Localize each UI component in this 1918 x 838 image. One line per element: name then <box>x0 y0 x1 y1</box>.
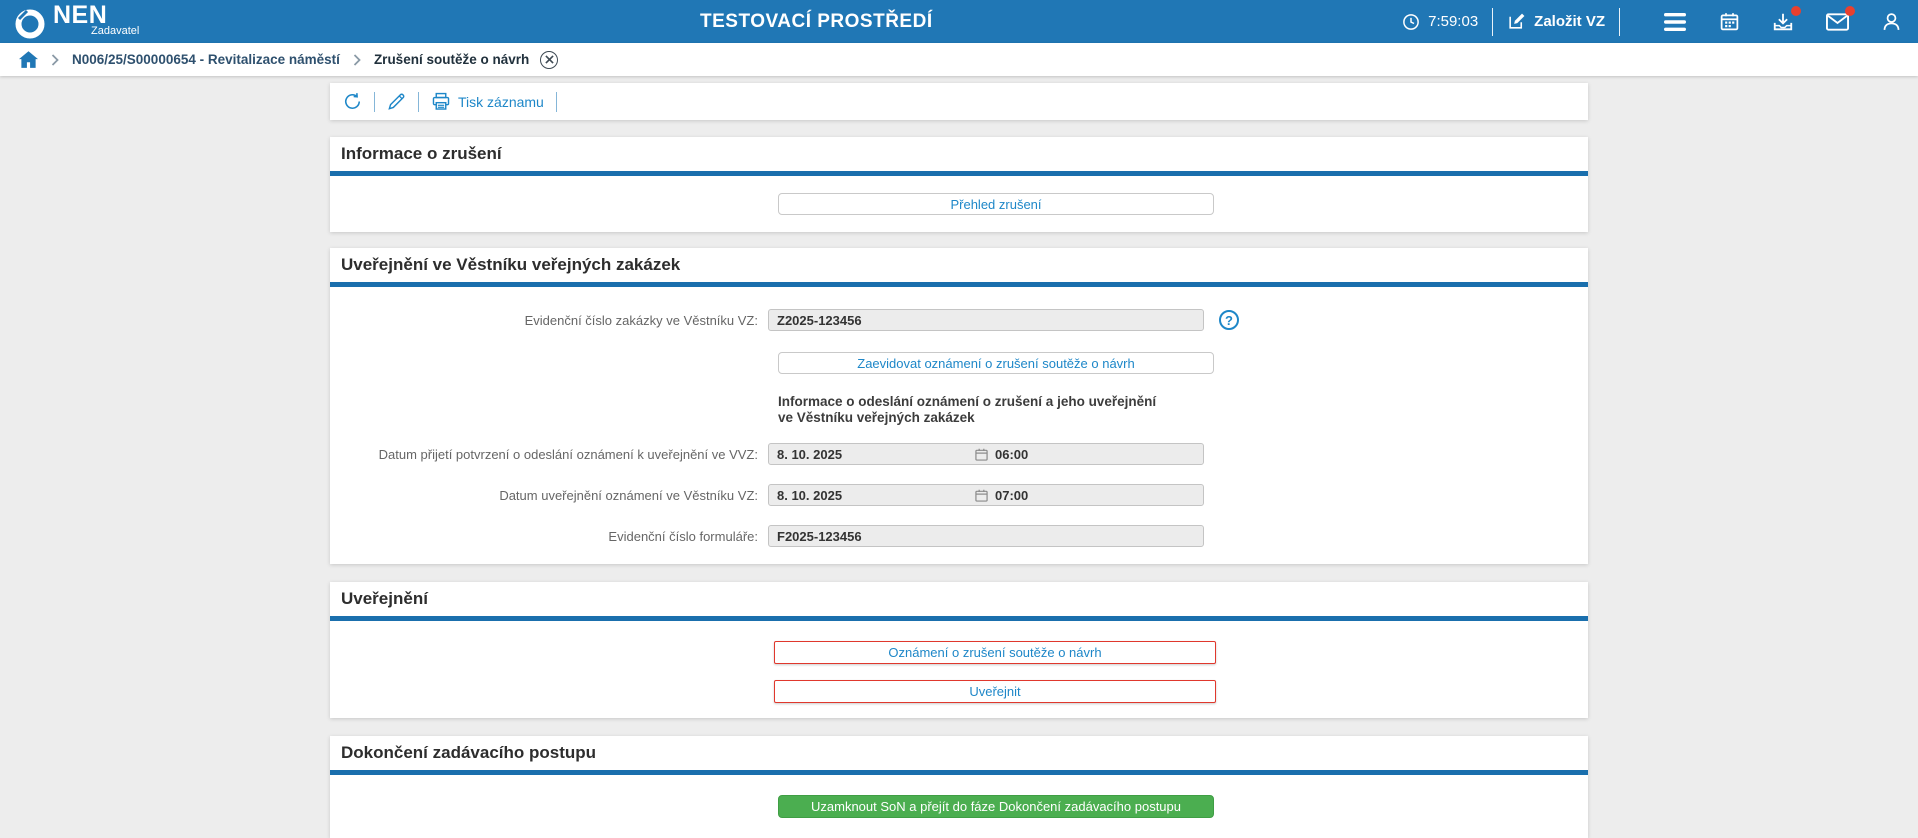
section-title: Informace o zrušení <box>330 137 1588 171</box>
form-number-row: Evidenční číslo formuláře: F2025-123456 <box>330 525 1588 547</box>
edit-icon <box>1507 12 1526 31</box>
evidence-number-value: Z2025-123456 <box>777 313 862 328</box>
printer-icon <box>431 92 451 111</box>
nen-logo-text: NEN Zadavatel <box>53 3 139 37</box>
logo-subtitle: Zadavatel <box>91 26 139 37</box>
section-completion: Dokončení zadávacího postupu Uzamknout S… <box>330 736 1588 838</box>
close-tab-icon[interactable] <box>540 51 558 69</box>
nen-logo[interactable]: NEN Zadavatel <box>0 3 139 40</box>
create-vz-label: Založit VZ <box>1534 13 1605 30</box>
server-time-value: 7:59:03 <box>1428 13 1478 30</box>
mail-icon <box>1826 13 1849 31</box>
publication-date-input[interactable]: 8. 10. 2025 07:00 <box>768 484 1204 506</box>
app-header: NEN Zadavatel TESTOVACÍ PROSTŘEDÍ 7:59:0… <box>0 0 1918 43</box>
calendar-small-icon <box>975 448 988 461</box>
publish-button[interactable]: Uveřejnit <box>774 680 1216 703</box>
publication-info-text: Informace o odeslání oznámení o zrušení … <box>778 394 1588 426</box>
breadcrumb-procurement[interactable]: N006/25/S00000654 - Revitalizace náměstí <box>72 52 340 67</box>
publication-time-value: 07:00 <box>995 488 1028 503</box>
chevron-right-icon <box>353 54 361 66</box>
confirmation-date-row: Datum přijetí potvrzení o odeslání oznám… <box>330 443 1588 465</box>
section-cancellation-info: Informace o zrušení Přehled zrušení <box>330 137 1588 232</box>
register-cancellation-notice-button[interactable]: Zaevidovat oznámení o zrušení soutěže o … <box>778 352 1214 374</box>
section-title: Uveřejnění ve Věstníku veřejných zakázek <box>330 248 1588 282</box>
edit-record-button[interactable] <box>387 92 406 111</box>
hamburger-icon <box>1664 13 1686 31</box>
print-record-label: Tisk záznamu <box>458 94 544 110</box>
menu-button[interactable] <box>1662 9 1688 35</box>
section-vvz-publication: Uveřejnění ve Věstníku veřejných zakázek… <box>330 248 1588 564</box>
confirmation-date-input[interactable]: 8. 10. 2025 06:00 <box>768 443 1204 465</box>
refresh-icon <box>343 92 362 111</box>
section-title: Dokončení zadávacího postupu <box>330 736 1588 770</box>
chevron-right-icon <box>51 54 59 66</box>
confirmation-date-value: 8. 10. 2025 <box>777 447 975 462</box>
print-record-button[interactable]: Tisk záznamu <box>431 92 544 111</box>
publication-info-line2: ve Věstníku veřejných zakázek <box>778 410 1588 426</box>
evidence-number-input[interactable]: Z2025-123456 <box>768 309 1204 331</box>
evidence-number-row: Evidenční číslo zakázky ve Věstníku VZ: … <box>330 309 1588 331</box>
cancellation-notice-button[interactable]: Oznámení o zrušení soutěže o návrh <box>774 641 1216 664</box>
confirmation-date-label: Datum přijetí potvrzení o odeslání oznám… <box>330 447 768 462</box>
form-number-input[interactable]: F2025-123456 <box>768 525 1204 547</box>
header-divider <box>1619 8 1620 36</box>
toolbar-divider <box>374 92 375 112</box>
breadcrumb-current: Zrušení soutěže o návrh <box>374 52 529 67</box>
section-title: Uveřejnění <box>330 582 1588 616</box>
calendar-icon <box>1719 11 1740 32</box>
toolbar-divider <box>556 92 557 112</box>
messages-notification-dot <box>1845 6 1855 16</box>
user-icon <box>1881 11 1902 33</box>
inbox-button[interactable] <box>1770 9 1796 35</box>
record-toolbar: Tisk záznamu <box>330 83 1588 120</box>
inbox-notification-dot <box>1791 6 1801 16</box>
profile-button[interactable] <box>1878 9 1904 35</box>
pencil-icon <box>387 92 406 111</box>
lock-son-button[interactable]: Uzamknout SoN a přejít do fáze Dokončení… <box>778 795 1214 818</box>
page-background: Tisk záznamu Informace o zrušení Přehled… <box>0 76 1918 836</box>
section-publication: Uveřejnění Oznámení o zrušení soutěže o … <box>330 582 1588 718</box>
confirmation-time-value: 06:00 <box>995 447 1028 462</box>
header-controls: 7:59:03 Založit VZ <box>1402 8 1918 36</box>
calendar-button[interactable] <box>1716 9 1742 35</box>
download-inbox-icon <box>1772 11 1794 33</box>
publication-info-line1: Informace o odeslání oznámení o zrušení … <box>778 394 1588 410</box>
publication-date-row: Datum uveřejnění oznámení ve Věstníku VZ… <box>330 484 1588 506</box>
breadcrumb: N006/25/S00000654 - Revitalizace náměstí… <box>0 43 1918 76</box>
publication-date-label: Datum uveřejnění oznámení ve Věstníku VZ… <box>330 488 768 503</box>
refresh-button[interactable] <box>343 92 362 111</box>
messages-button[interactable] <box>1824 9 1850 35</box>
cancellation-overview-button[interactable]: Přehled zrušení <box>778 193 1214 215</box>
nen-logo-icon <box>14 8 46 40</box>
form-number-label: Evidenční číslo formuláře: <box>330 529 768 544</box>
environment-title: TESTOVACÍ PROSTŘEDÍ <box>700 0 933 43</box>
clock-icon <box>1402 13 1420 31</box>
toolbar-divider <box>418 92 419 112</box>
server-time: 7:59:03 <box>1402 13 1478 31</box>
publication-date-value: 8. 10. 2025 <box>777 488 975 503</box>
form-number-value: F2025-123456 <box>777 529 862 544</box>
evidence-number-label: Evidenční číslo zakázky ve Věstníku VZ: <box>330 313 768 328</box>
help-icon[interactable]: ? <box>1219 310 1239 330</box>
home-icon[interactable] <box>19 51 38 68</box>
calendar-small-icon <box>975 489 988 502</box>
create-vz-button[interactable]: Založit VZ <box>1507 12 1605 31</box>
record-detail: Tisk záznamu Informace o zrušení Přehled… <box>330 83 1588 838</box>
header-divider <box>1492 8 1493 36</box>
